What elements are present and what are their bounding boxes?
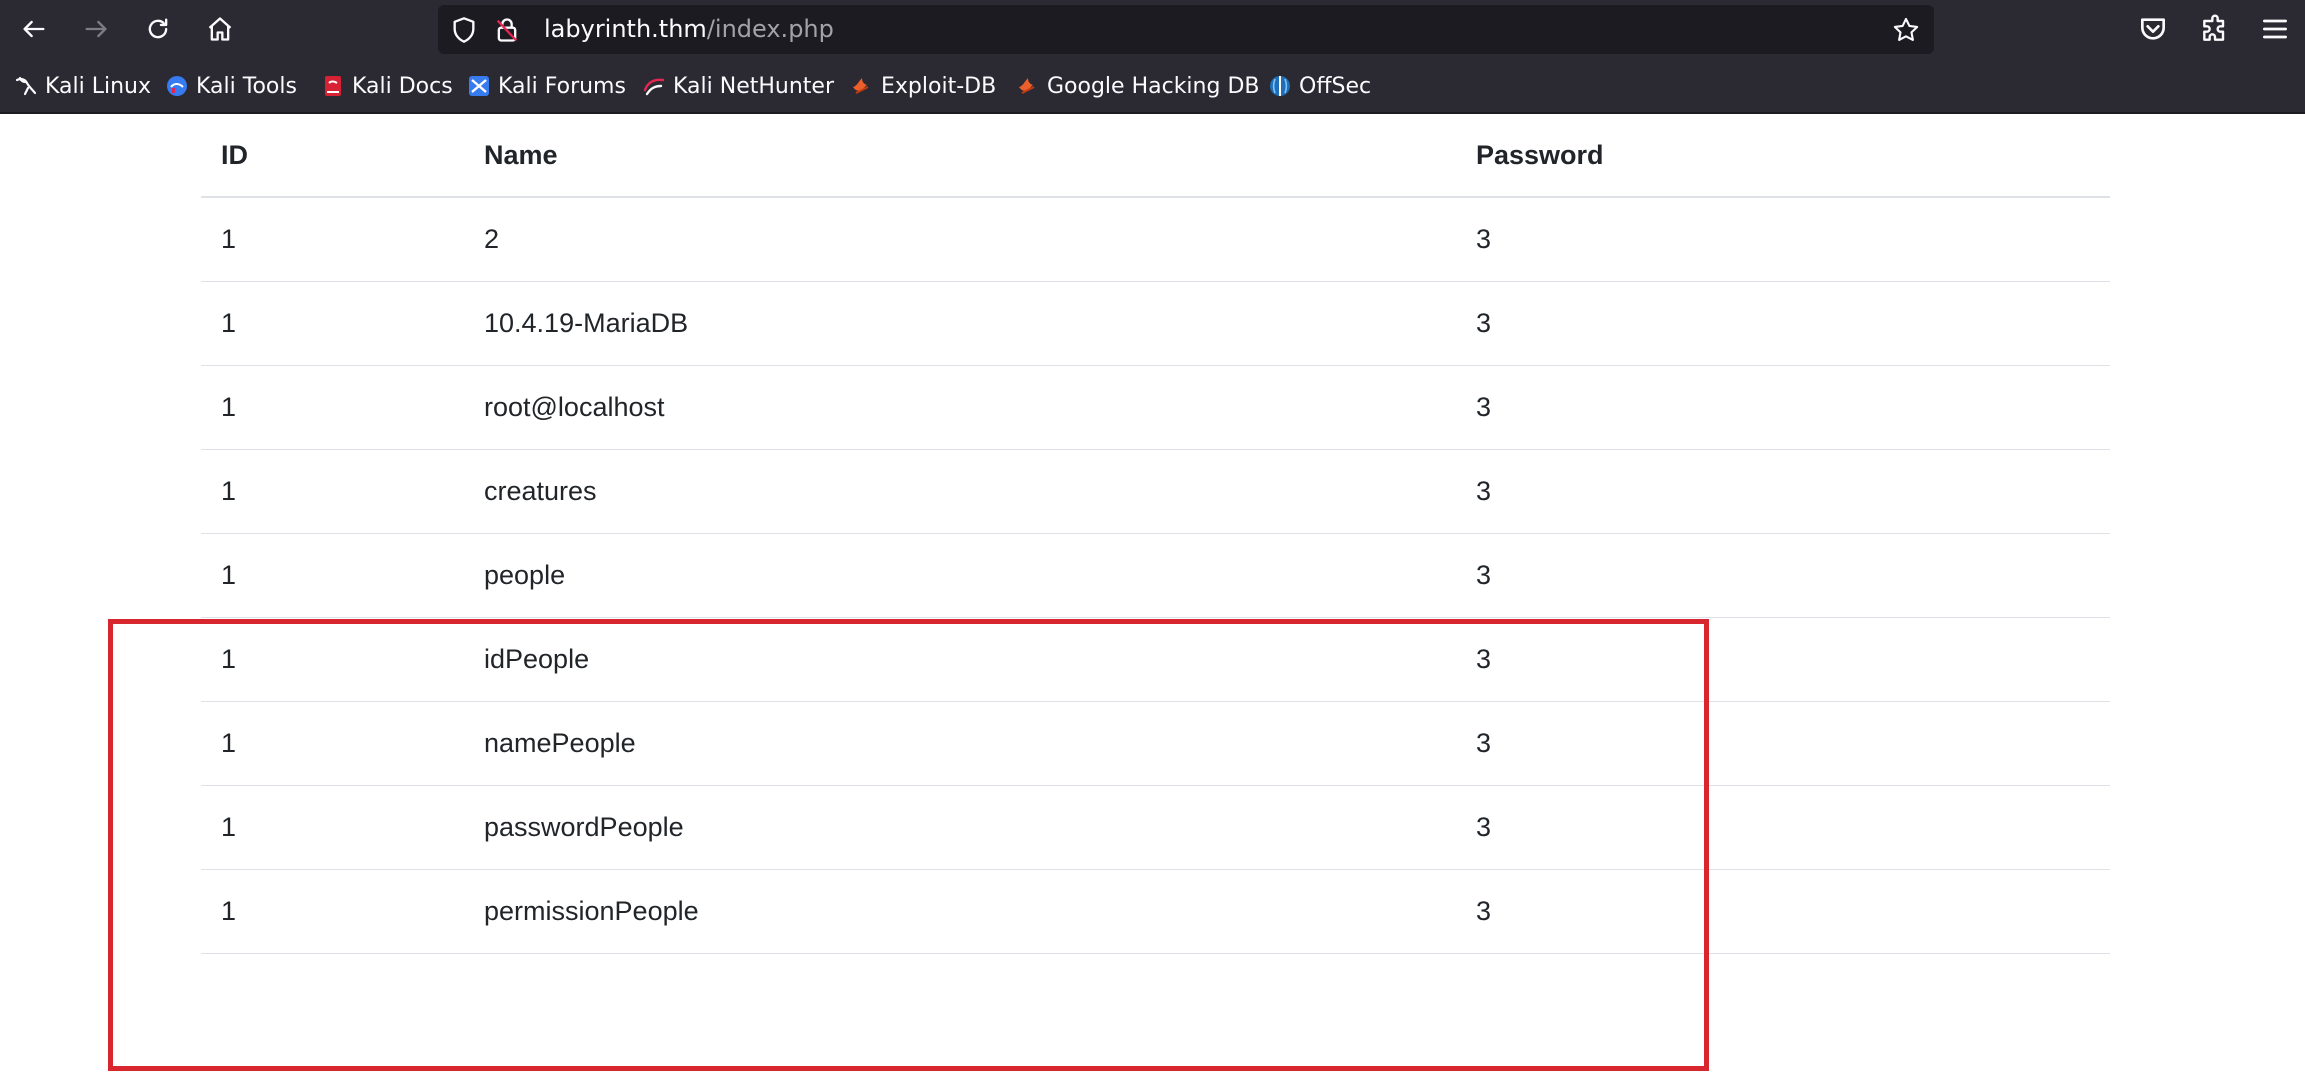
bookmark-offsec[interactable]: OffSec xyxy=(1268,72,1371,100)
arrow-left-icon xyxy=(23,20,45,38)
table-row: 1 creatures 3 xyxy=(201,449,2110,534)
bookmark-kali-docs[interactable]: Kali Docs xyxy=(321,72,453,100)
bookmark-kali-forums[interactable]: Kali Forums xyxy=(467,72,626,100)
pocket-icon xyxy=(2141,18,2165,40)
reload-button[interactable] xyxy=(136,8,180,50)
cell-name: passwordPeople xyxy=(464,785,1456,870)
kali-docs-icon xyxy=(325,76,341,96)
cell-password: 3 xyxy=(1456,785,2110,870)
column-header-password: Password xyxy=(1456,114,2110,198)
home-button[interactable] xyxy=(198,8,242,50)
cell-id: 1 xyxy=(201,533,464,618)
extensions-button[interactable] xyxy=(2199,13,2231,45)
kali-tools-icon xyxy=(167,76,187,96)
puzzle-icon xyxy=(2203,14,2225,41)
bookmark-label: Kali Docs xyxy=(352,73,453,99)
cell-id: 1 xyxy=(201,365,464,450)
table-row: 1 people 3 xyxy=(201,533,2110,618)
exploit-db-icon xyxy=(853,78,869,94)
column-header-id: ID xyxy=(201,114,464,198)
insecure-lock-icon[interactable] xyxy=(493,16,521,44)
address-bar[interactable]: labyrinth.thm/index.php xyxy=(438,5,1934,54)
home-icon xyxy=(208,17,232,41)
url-path: /index.php xyxy=(706,15,834,43)
hamburger-menu-icon xyxy=(2263,19,2287,39)
kali-nethunter-icon xyxy=(643,78,665,96)
cell-password: 3 xyxy=(1456,869,2110,954)
cell-name: people xyxy=(464,533,1456,618)
kali-forums-icon xyxy=(469,76,489,96)
column-header-name: Name xyxy=(464,114,1456,198)
table-row: 1 passwordPeople 3 xyxy=(201,785,2110,870)
table-row: 1 10.4.19-MariaDB 3 xyxy=(201,281,2110,366)
cell-id: 1 xyxy=(201,869,464,954)
bookmarks-toolbar: Kali Linux Kali Tools Kali Docs Kali For… xyxy=(0,58,2305,114)
bookmark-exploit-db[interactable]: Exploit-DB xyxy=(850,72,996,100)
cell-name: 10.4.19-MariaDB xyxy=(464,281,1456,366)
bookmark-label: OffSec xyxy=(1299,73,1372,99)
back-button[interactable] xyxy=(12,8,56,50)
table-row: 1 idPeople 3 xyxy=(201,617,2110,702)
bookmark-label: Kali Linux xyxy=(45,73,152,99)
cell-id: 1 xyxy=(201,617,464,702)
url-text[interactable]: labyrinth.thm/index.php xyxy=(544,5,834,54)
shield-icon[interactable] xyxy=(450,16,478,44)
cell-name: creatures xyxy=(464,449,1456,534)
table-row: 1 namePeople 3 xyxy=(201,701,2110,786)
forward-button[interactable] xyxy=(74,8,118,50)
bookmark-label: Kali Tools xyxy=(196,73,297,99)
cell-password: 3 xyxy=(1456,617,2110,702)
bookmark-label: Exploit-DB xyxy=(881,73,997,99)
bookmark-label: Kali Forums xyxy=(498,73,626,99)
arrow-right-icon xyxy=(85,20,107,38)
cell-password: 3 xyxy=(1456,365,2110,450)
table-row: 1 2 3 xyxy=(201,197,2110,282)
bookmark-kali-nethunter[interactable]: Kali NetHunter xyxy=(642,72,834,100)
kali-dragon-icon xyxy=(15,76,37,96)
cell-id: 1 xyxy=(201,197,464,282)
cell-password: 3 xyxy=(1456,701,2110,786)
bookmark-kali-linux[interactable]: Kali Linux xyxy=(14,72,151,100)
reload-icon xyxy=(148,18,168,39)
table-header-row: ID Name Password xyxy=(201,114,2110,198)
cell-password: 3 xyxy=(1456,449,2110,534)
cell-name: idPeople xyxy=(464,617,1456,702)
cell-password: 3 xyxy=(1456,197,2110,282)
bookmark-label: Google Hacking DB xyxy=(1047,73,1260,99)
results-table: ID Name Password 1 2 3 1 10.4.19-MariaDB… xyxy=(201,114,2110,954)
cell-id: 1 xyxy=(201,785,464,870)
cell-name: root@localhost xyxy=(464,365,1456,450)
cell-id: 1 xyxy=(201,281,464,366)
cell-name: permissionPeople xyxy=(464,869,1456,954)
bookmark-label: Kali NetHunter xyxy=(673,73,834,99)
offsec-icon xyxy=(1270,76,1290,96)
bookmark-google-hacking-db[interactable]: Google Hacking DB xyxy=(1016,72,1259,100)
page-content: ID Name Password 1 2 3 1 10.4.19-MariaDB… xyxy=(0,114,2305,1078)
cell-id: 1 xyxy=(201,449,464,534)
star-icon[interactable] xyxy=(1892,16,1920,44)
ghdb-icon xyxy=(1019,78,1035,94)
bookmark-kali-tools[interactable]: Kali Tools xyxy=(165,72,297,100)
cell-password: 3 xyxy=(1456,281,2110,366)
browser-toolbar: labyrinth.thm/index.php xyxy=(0,0,2305,58)
table-row: 1 permissionPeople 3 xyxy=(201,869,2110,954)
cell-password: 3 xyxy=(1456,533,2110,618)
cell-name: namePeople xyxy=(464,701,1456,786)
pocket-button[interactable] xyxy=(2137,13,2169,45)
cell-id: 1 xyxy=(201,701,464,786)
menu-button[interactable] xyxy=(2259,13,2291,45)
cell-name: 2 xyxy=(464,197,1456,282)
table-row: 1 root@localhost 3 xyxy=(201,365,2110,450)
url-host: labyrinth.thm xyxy=(544,15,707,43)
